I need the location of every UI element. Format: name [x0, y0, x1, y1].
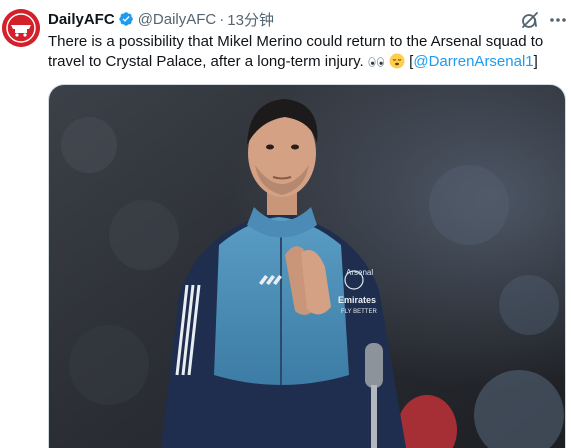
timestamp[interactable]: 13分钟 [227, 9, 274, 30]
display-name[interactable]: DailyAFC [48, 11, 115, 28]
player-photo-image: Arsenal Emirates FLY BETTER [49, 85, 565, 448]
more-options-icon[interactable] [548, 10, 568, 30]
eyes-emoji-icon [368, 55, 385, 75]
mention-link[interactable]: @DarrenArsenal1 [413, 53, 533, 70]
verified-badge-icon [118, 11, 134, 27]
avatar-logo-icon [2, 9, 40, 47]
tweet-text: There is a possibility that Mikel Merino… [48, 32, 568, 75]
user-handle[interactable]: @DailyAFC [138, 11, 217, 28]
grok-icon[interactable] [520, 10, 540, 30]
tweet-header: DailyAFC @DailyAFC · 13分钟 [48, 9, 274, 29]
avatar[interactable] [2, 9, 40, 47]
bracket-close: ] [533, 53, 538, 70]
sleepy-face-emoji-icon [389, 53, 405, 75]
sponsor-line2: FLY BETTER [341, 309, 377, 315]
separator-dot: · [219, 10, 225, 28]
tweet-photo[interactable]: Arsenal Emirates FLY BETTER [48, 84, 566, 448]
sponsor-line1: Emirates [338, 295, 376, 305]
tweet-card: DailyAFC @DailyAFC · 13分钟 There is a pos… [0, 0, 571, 448]
